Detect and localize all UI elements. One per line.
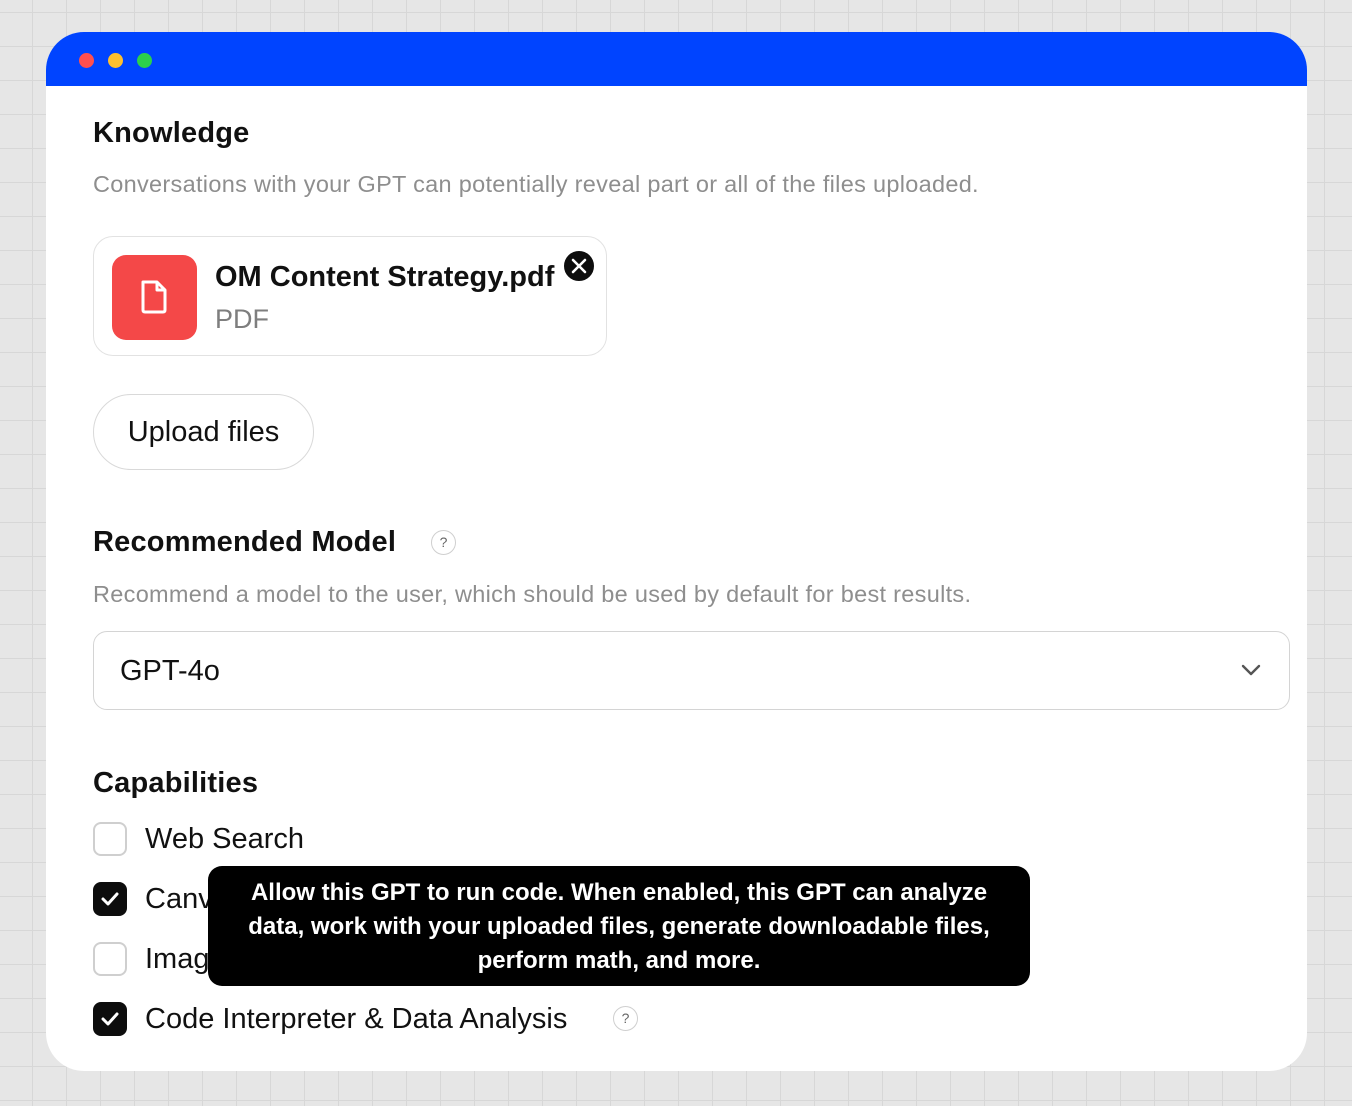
document-icon <box>112 255 197 340</box>
image-generation-checkbox[interactable] <box>93 942 127 976</box>
maximize-window-dot[interactable] <box>137 53 152 68</box>
file-type: PDF <box>215 304 269 334</box>
tooltip-line: perform math, and more. <box>477 947 761 974</box>
chevron-down-icon <box>1241 664 1261 676</box>
knowledge-description: Conversations with your GPT can potentia… <box>93 171 979 197</box>
tooltip-line: data, work with your uploaded files, gen… <box>248 913 990 940</box>
minimize-window-dot[interactable] <box>108 53 123 68</box>
canvas-checkbox[interactable] <box>93 882 127 916</box>
capability-code-interpreter[interactable]: Code Interpreter & Data Analysis <box>93 1002 793 1038</box>
knowledge-heading: Knowledge <box>93 117 250 149</box>
remove-file-button[interactable] <box>562 249 596 283</box>
tooltip-line: Allow this GPT to run code. When enabled… <box>250 879 988 906</box>
gpt-config-window: Knowledge Conversations with your GPT ca… <box>46 32 1307 1071</box>
web-search-checkbox[interactable] <box>93 822 127 856</box>
uploaded-file-card[interactable]: OM Content Strategy.pdf PDF <box>93 236 607 356</box>
capabilities-heading: Capabilities <box>93 767 259 799</box>
upload-files-button[interactable]: Upload files <box>93 394 314 470</box>
model-help-icon[interactable]: ? <box>431 530 456 555</box>
checkmark-icon <box>101 1012 119 1026</box>
model-select-value: GPT-4o <box>120 655 220 687</box>
checkmark-icon <box>101 892 119 906</box>
file-name: OM Content Strategy.pdf <box>215 261 555 293</box>
title-bar <box>46 32 1307 86</box>
model-select[interactable]: GPT-4o <box>93 631 1290 710</box>
model-description: Recommend a model to the user, which sho… <box>93 581 972 607</box>
capability-label: Code Interpreter & Data Analysis <box>145 1003 568 1035</box>
code-interpreter-tooltip: Allow this GPT to run code. When enabled… <box>208 866 1030 986</box>
recommended-model-heading: Recommended Model <box>93 526 397 558</box>
capability-label: Web Search <box>145 823 305 855</box>
code-interpreter-checkbox[interactable] <box>93 1002 127 1036</box>
capability-web-search[interactable]: Web Search <box>93 822 793 858</box>
code-interpreter-help-icon[interactable]: ? <box>613 1006 638 1031</box>
close-icon <box>571 258 587 274</box>
close-window-dot[interactable] <box>79 53 94 68</box>
